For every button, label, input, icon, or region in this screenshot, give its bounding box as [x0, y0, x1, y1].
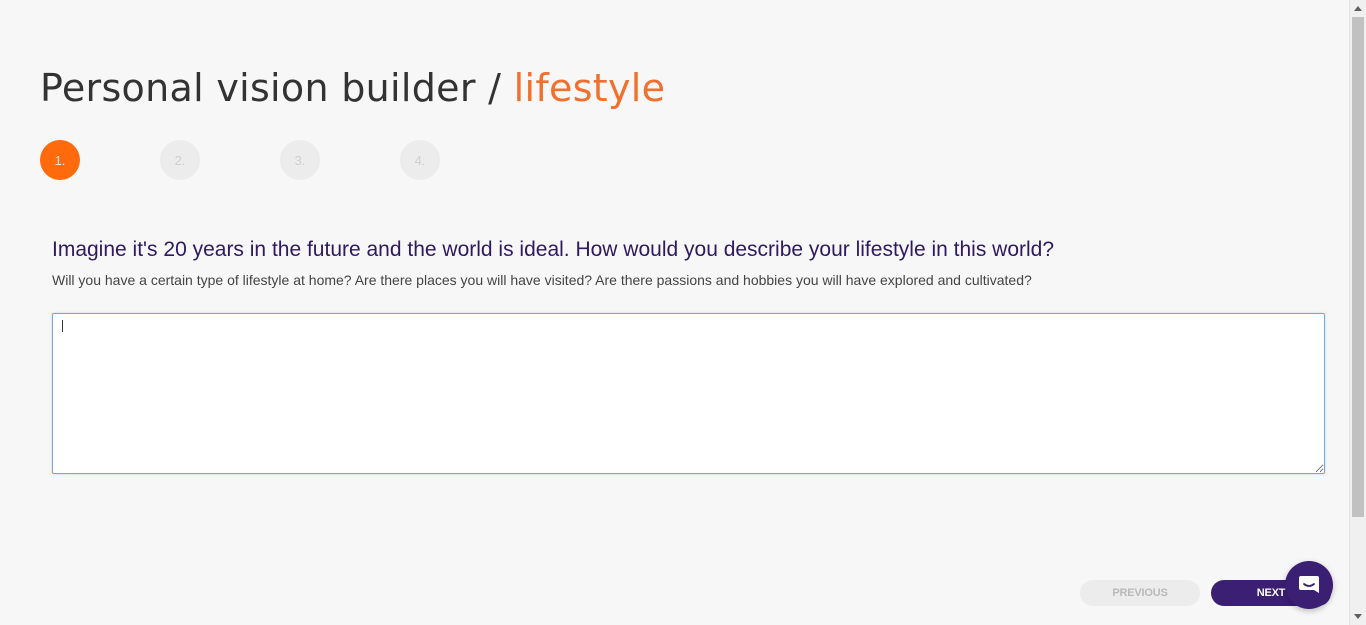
step-4[interactable]: 4.: [400, 140, 440, 180]
previous-button[interactable]: PREVIOUS: [1080, 580, 1200, 606]
text-caret: [62, 320, 63, 332]
scrollbar-thumb[interactable]: [1352, 17, 1364, 517]
step-1[interactable]: 1.: [40, 140, 80, 180]
question-heading: Imagine it's 20 years in the future and …: [52, 238, 1055, 261]
chat-launcher-button[interactable]: [1285, 561, 1333, 609]
vertical-scrollbar[interactable]: [1349, 0, 1366, 625]
scroll-down-arrow-icon[interactable]: [1350, 608, 1366, 625]
answer-textarea[interactable]: [52, 313, 1325, 474]
step-3[interactable]: 3.: [280, 140, 320, 180]
chat-bubble-icon: [1299, 576, 1319, 593]
scroll-up-arrow-icon[interactable]: [1350, 0, 1366, 17]
page-title: Personal vision builder / lifestyle: [40, 66, 665, 110]
page-title-accent: lifestyle: [513, 66, 666, 110]
page-title-main: Personal vision builder /: [40, 66, 514, 110]
question-subtext: Will you have a certain type of lifestyl…: [52, 272, 1032, 288]
page: Personal vision builder / lifestyle 1. 2…: [0, 0, 1366, 625]
step-2[interactable]: 2.: [160, 140, 200, 180]
